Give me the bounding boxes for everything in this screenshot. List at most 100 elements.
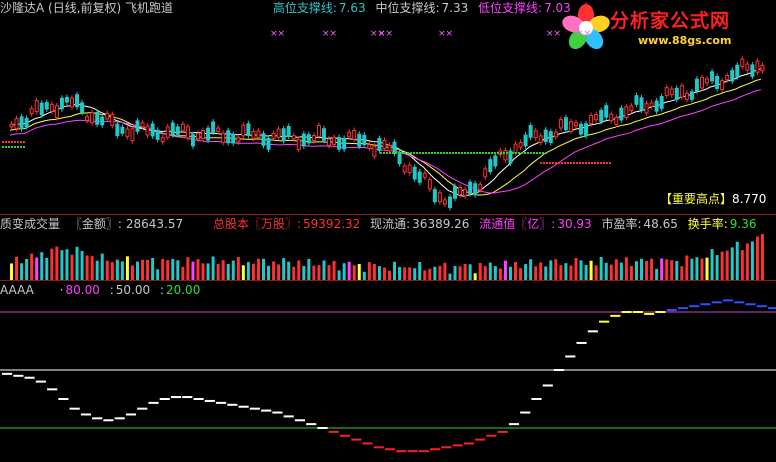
volume-bar: [569, 265, 573, 280]
volume-bar: [443, 262, 447, 280]
volume-bar: [176, 260, 180, 280]
volume-bar: [246, 262, 250, 280]
candle-body: [614, 117, 619, 126]
volume-bar: [146, 259, 150, 280]
candle-body: [125, 128, 130, 137]
candle-body: [352, 129, 357, 140]
support-dot: [609, 162, 611, 164]
candle-body: [185, 126, 190, 139]
support-dot: [555, 162, 557, 164]
volume-bar: [267, 265, 271, 280]
volume-bar: [730, 247, 734, 280]
candle-body: [14, 118, 19, 129]
support-dot: [452, 152, 454, 154]
volume-bar: [519, 268, 523, 280]
support-dot: [467, 152, 469, 154]
volume-bar: [529, 259, 533, 280]
oscillator-name: AAAA: [0, 283, 34, 297]
volume-name: 质变成交量: [0, 217, 61, 231]
candle-body: [251, 131, 256, 139]
volume-bar: [297, 260, 301, 280]
volume-bar: [715, 255, 719, 280]
support-dot: [594, 162, 596, 164]
volume-bar: [584, 264, 588, 280]
volume-bar: [70, 254, 74, 280]
candle-body: [558, 119, 563, 129]
volume-bar: [45, 257, 49, 280]
volume-bar: [166, 260, 170, 280]
volume-bar: [110, 262, 114, 280]
total-shares-value: 59392.32: [303, 217, 361, 231]
volume-bar: [393, 261, 397, 280]
volume-bar: [322, 260, 326, 280]
volume-bar: [186, 257, 190, 280]
candle-body: [291, 135, 296, 140]
candle-body: [160, 137, 165, 143]
volume-bar: [695, 257, 699, 280]
volume-bar: [423, 270, 427, 280]
candle-body: [699, 77, 704, 89]
volume-bar: [130, 265, 134, 280]
volume-bar: [362, 271, 366, 280]
support-dot: [491, 152, 493, 154]
support-dot: [446, 152, 448, 154]
osc-line-20-label: 20.00: [165, 283, 201, 297]
support-dot: [600, 162, 602, 164]
volume-bar: [690, 258, 694, 280]
candle-body: [327, 138, 332, 146]
support-dot: [8, 141, 10, 143]
volume-bar: [468, 264, 472, 280]
volume-bar: [403, 267, 407, 280]
volume-bar: [498, 268, 502, 280]
candle-body: [594, 114, 599, 121]
volume-bar: [735, 241, 739, 280]
candle-body: [246, 123, 251, 136]
volume-bar: [10, 263, 13, 280]
volume-bar: [594, 265, 598, 280]
volume-bar: [503, 260, 507, 280]
candle-body: [639, 97, 644, 111]
volume-bar: [665, 259, 669, 280]
support-dot: [473, 152, 475, 154]
candle-body: [458, 186, 463, 196]
volume-bar: [539, 262, 543, 280]
cross-marker: ××: [576, 29, 591, 39]
volume-bar: [624, 257, 628, 280]
pe-label: 市盈率:: [601, 217, 642, 231]
candle-body: [54, 105, 59, 118]
volume-bar: [740, 250, 744, 280]
support-dot: [606, 162, 608, 164]
support-dot: [23, 146, 25, 148]
candle-body: [463, 189, 468, 197]
candle-body: [629, 105, 634, 111]
volume-bar: [544, 266, 548, 280]
support-dot: [17, 146, 19, 148]
support-dot: [428, 152, 430, 154]
candle-body: [221, 132, 226, 144]
candle-body: [231, 133, 236, 144]
volume-bar: [277, 264, 281, 280]
candle-body: [447, 196, 452, 208]
chart-title: 沙隆达A (日线,前复权) 飞机跑道: [0, 1, 174, 15]
candle-body: [518, 142, 523, 148]
turnover-value: 9.36: [729, 217, 757, 231]
support-dot: [558, 162, 560, 164]
price-chart[interactable]: ×× ×× ×××× ×× ×× ××: [0, 16, 776, 214]
oscillator-chart[interactable]: [0, 298, 776, 462]
candle-body: [488, 159, 493, 173]
volume-bar: [25, 258, 29, 280]
support-dot: [395, 152, 397, 154]
support-dot: [437, 152, 439, 154]
candle-body: [674, 87, 679, 100]
volume-bar: [201, 263, 205, 280]
candle-body: [745, 63, 750, 71]
candle-body: [9, 123, 14, 128]
support-dot: [512, 152, 514, 154]
volume-bar: [156, 269, 160, 280]
candle-body: [105, 112, 110, 120]
support-dot: [552, 162, 554, 164]
volume-bar: [226, 263, 230, 280]
candle-body: [563, 117, 568, 131]
volume-chart[interactable]: [0, 232, 776, 280]
volume-bar: [241, 265, 245, 280]
